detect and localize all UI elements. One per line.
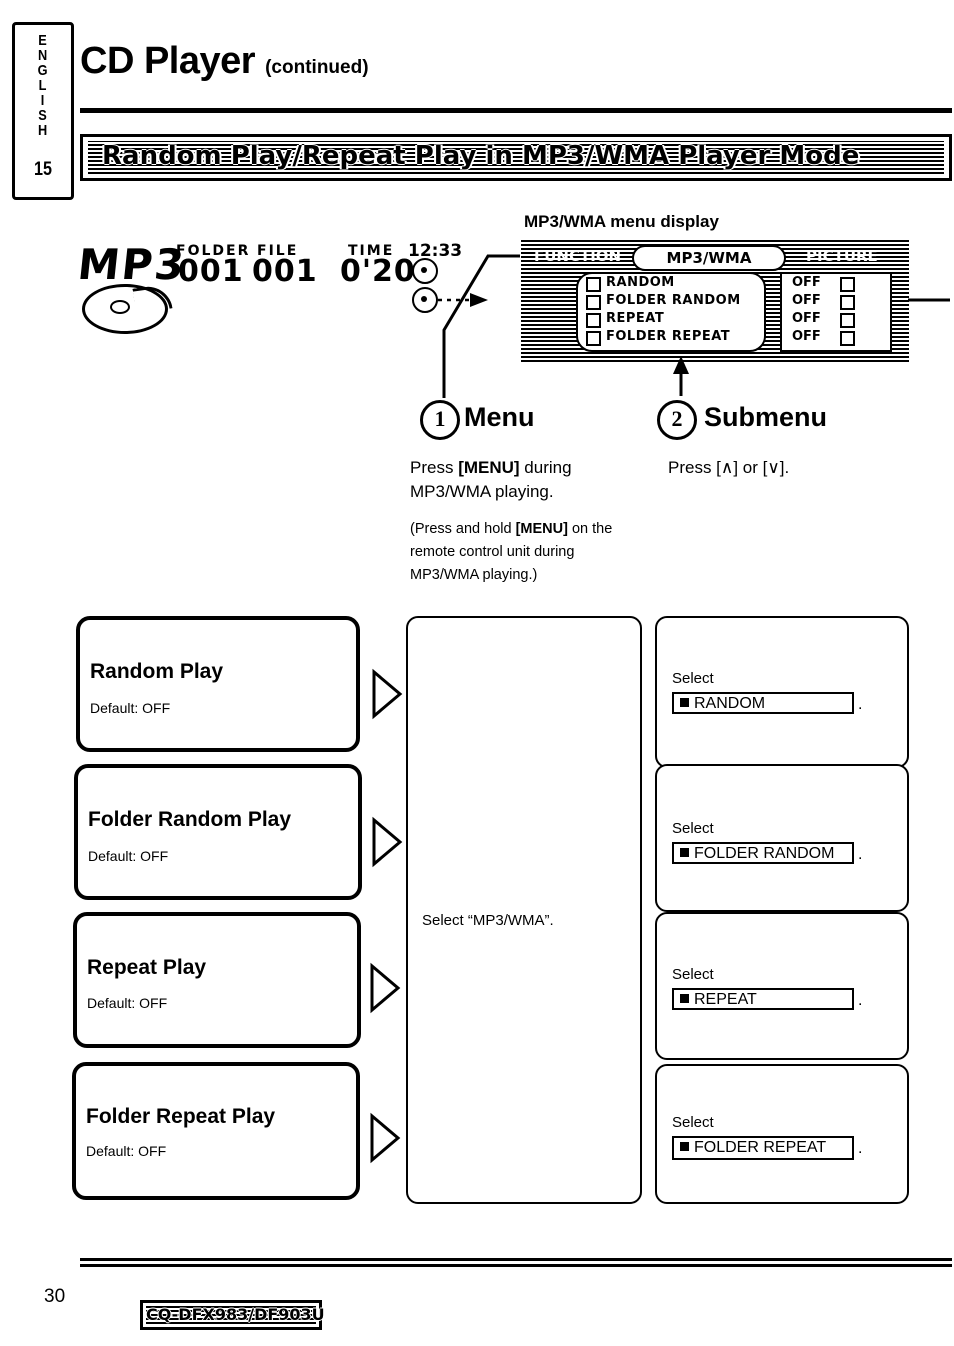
select-field-repeat[interactable]: REPEAT	[672, 988, 854, 1010]
select-box-folder-repeat	[655, 1064, 909, 1204]
checkbox-folder-random[interactable]	[586, 295, 601, 310]
select-period-random: .	[858, 696, 863, 713]
step-1-instruction: Press [MENU] during MP3/WMA playing.	[410, 456, 630, 504]
select-period-repeat: .	[858, 992, 863, 1009]
select-field-random[interactable]: RANDOM	[672, 692, 854, 714]
folio-page-number: 30	[44, 1286, 66, 1307]
select-field-folder-random[interactable]: FOLDER RANDOM	[672, 842, 854, 864]
step-1-key: [MENU]	[458, 458, 520, 477]
row-box-folder-repeat	[72, 1062, 360, 1200]
section-banner-textwrap: Random Play/Repeat Play in MP3/WMA Playe…	[80, 134, 952, 181]
folder-value: 001	[178, 254, 244, 289]
off-value-random[interactable]: OFF	[792, 275, 821, 290]
manual-page: ENGLISH 15 CD Player (continued) Random …	[0, 0, 954, 1346]
menu-item-folder-repeat[interactable]: FOLDER REPEAT	[606, 329, 730, 344]
step-1-line1-post: during	[519, 458, 572, 477]
language-tab-label: ENGLISH	[37, 32, 49, 139]
step-1-note-line3: MP3/WMA playing.)	[410, 567, 538, 583]
footer-rule-2	[80, 1264, 952, 1267]
checkbox-off-random[interactable]	[840, 277, 855, 292]
select-box-folder-random	[655, 764, 909, 912]
row-title-repeat: Repeat Play	[87, 956, 207, 979]
select-label-random: Select	[672, 670, 714, 687]
step-2-heading: Submenu	[704, 402, 828, 432]
knob-icon-1	[412, 258, 438, 284]
checkbox-off-repeat[interactable]	[840, 313, 855, 328]
row-title-folder-random: Folder Random Play	[88, 808, 292, 831]
footer-rule	[80, 1258, 952, 1261]
select-value-repeat: REPEAT	[694, 991, 757, 1008]
tab-picture[interactable]: PICTURE	[806, 247, 878, 265]
step-2-instruction: Press [∧] or [∨].	[668, 456, 918, 480]
select-value-folder-random: FOLDER RANDOM	[694, 845, 835, 862]
step-1-line2: MP3/WMA playing.	[410, 482, 554, 501]
menu-item-repeat[interactable]: REPEAT	[606, 311, 664, 326]
display-caption: MP3/WMA menu display	[524, 212, 719, 231]
checkbox-off-folder-repeat[interactable]	[840, 331, 855, 346]
language-tab-page: 15	[34, 159, 52, 180]
tab-function[interactable]: FUNCTION	[534, 247, 621, 265]
section-banner-label: Random Play/Repeat Play in MP3/WMA Playe…	[102, 141, 860, 171]
step-1-note-line2: remote control unit during	[410, 544, 575, 560]
select-period-folder-repeat: .	[858, 1140, 863, 1157]
row-box-random	[76, 616, 360, 752]
step-2-number: 2	[657, 400, 697, 440]
language-tab: ENGLISH 15	[12, 22, 74, 200]
menu-item-random[interactable]: RANDOM	[606, 275, 675, 290]
select-label-repeat: Select	[672, 966, 714, 983]
step-1-note-pre: (Press and hold	[410, 521, 516, 537]
checkbox-off-folder-random[interactable]	[840, 295, 855, 310]
title-rule	[80, 108, 952, 113]
mp3-logo: MP3	[75, 240, 189, 289]
checkbox-repeat[interactable]	[586, 313, 601, 328]
select-value-folder-repeat: FOLDER REPEAT	[694, 1139, 827, 1156]
select-value-random: RANDOM	[694, 695, 766, 712]
step-1-number: 1	[420, 400, 460, 440]
page-title: CD Player (continued)	[80, 40, 369, 83]
menu-item-folder-random[interactable]: FOLDER RANDOM	[606, 293, 741, 308]
row-default-repeat: Default: OFF	[87, 995, 168, 1011]
model-badge-label: CQ-DFX983/DF903U	[146, 1305, 325, 1324]
off-value-folder-random[interactable]: OFF	[792, 293, 821, 308]
select-label-folder-repeat: Select	[672, 1114, 714, 1131]
row-title-random: Random Play	[90, 660, 224, 683]
step-1-note: (Press and hold [MENU] on the remote con…	[410, 518, 632, 587]
off-value-folder-repeat[interactable]: OFF	[792, 329, 821, 344]
row-default-random: Default: OFF	[90, 700, 171, 716]
off-value-repeat[interactable]: OFF	[792, 311, 821, 326]
row-box-repeat	[73, 912, 361, 1048]
select-label-folder-random: Select	[672, 820, 714, 837]
step-2-line1: Press [∧] or [∨].	[668, 458, 790, 477]
middle-box	[406, 616, 642, 1204]
checkbox-folder-repeat[interactable]	[586, 331, 601, 346]
step-1-line1-pre: Press	[410, 458, 459, 477]
tab-mp3wma[interactable]: MP3/WMA	[632, 245, 786, 271]
select-period-folder-random: .	[858, 846, 863, 863]
select-box-repeat	[655, 912, 909, 1060]
checkbox-random[interactable]	[586, 277, 601, 292]
clock-display: 12:33	[408, 241, 463, 261]
step-1-note-post: on the	[567, 521, 613, 537]
page-title-text: CD Player	[80, 40, 256, 82]
step-1-heading: Menu	[464, 402, 535, 432]
knob-icon-2	[412, 287, 438, 313]
row-default-folder-repeat: Default: OFF	[86, 1143, 167, 1159]
row-title-folder-repeat: Folder Repeat Play	[86, 1105, 276, 1128]
step-1-note-key: [MENU]	[515, 521, 568, 537]
page-title-continued: (continued)	[265, 57, 369, 78]
middle-box-text: Select “MP3/WMA”.	[422, 912, 554, 929]
select-field-folder-repeat[interactable]: FOLDER REPEAT	[672, 1136, 854, 1160]
row-box-folder-random	[74, 764, 362, 900]
disc-icon	[82, 283, 173, 334]
row-default-folder-random: Default: OFF	[88, 848, 169, 864]
file-value: 001	[252, 254, 318, 289]
time-value: 0'20	[340, 254, 416, 289]
